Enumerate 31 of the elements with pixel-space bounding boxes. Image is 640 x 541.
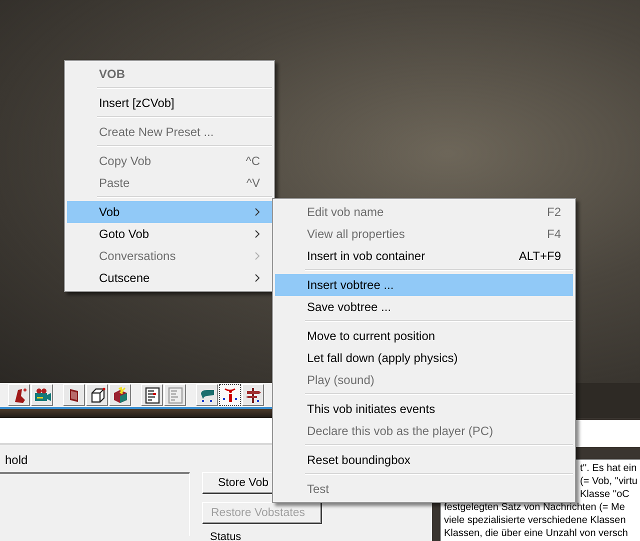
description-text: Klasse ''oC xyxy=(580,488,630,501)
menu-item[interactable]: Vob xyxy=(67,201,272,223)
shortcut-text: F4 xyxy=(546,227,561,241)
hold-label: hold xyxy=(5,453,28,468)
shortcut-text: ^V xyxy=(246,176,260,190)
shortcut-text: ALT+F9 xyxy=(518,249,561,263)
gift-box-icon xyxy=(111,386,129,404)
shortcut-text: F2 xyxy=(546,205,561,219)
menu-item[interactable]: Reset boundingbox xyxy=(275,449,573,471)
shortcut-text: ^C xyxy=(246,154,260,168)
description-text: Klassen, die über eine Unzahl von versch xyxy=(444,527,628,540)
menu-item[interactable]: Let fall down (apply physics) xyxy=(275,347,573,369)
menu-item[interactable]: Move to current position xyxy=(275,325,573,347)
info-icon xyxy=(221,386,239,404)
document-icon xyxy=(143,386,161,404)
camera-icon xyxy=(33,386,51,404)
menu-item[interactable]: Save vobtree ... xyxy=(275,296,573,318)
description-text: viele spezialisierte verschiedene Klassen xyxy=(444,514,626,527)
menu-item[interactable]: Cutscene xyxy=(67,267,272,289)
signpost-icon xyxy=(244,386,262,404)
status-label: Status xyxy=(209,532,242,541)
menu-item[interactable]: Goto Vob xyxy=(67,223,272,245)
description-text: festgelegten Satz von Nachrichten (= Me xyxy=(444,501,625,514)
menu-item[interactable]: Insert vobtree ... xyxy=(275,274,573,296)
document-icon xyxy=(166,386,184,404)
description-text: (= Vob, ''virtu xyxy=(580,475,638,488)
menu-item[interactable]: Insert [zCVob] xyxy=(67,92,272,114)
toolbar-button[interactable] xyxy=(219,384,241,406)
description-text: t''. Es hat ein xyxy=(580,462,637,475)
menu-item[interactable]: Insert in vob container ALT+F9 xyxy=(275,245,573,267)
menu-heading: VOB xyxy=(99,67,126,81)
